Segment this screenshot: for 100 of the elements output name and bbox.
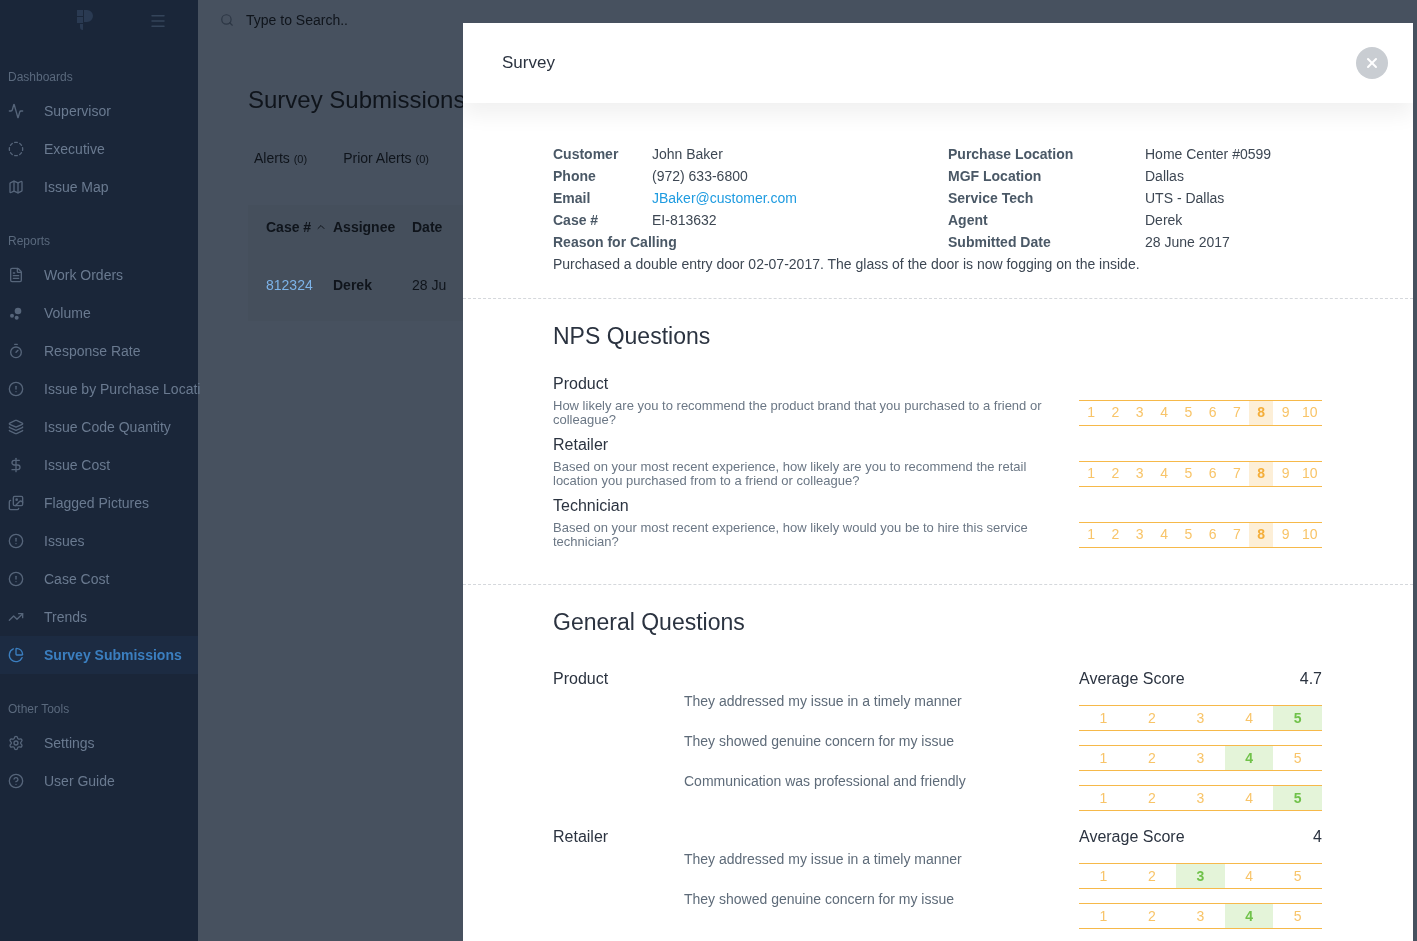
rating-option: 3 — [1127, 461, 1152, 486]
table-cell-text: 28 Ju — [412, 275, 448, 295]
map-icon — [8, 179, 24, 195]
question-text: Communication was professional and friendly — [683, 772, 966, 791]
sidebar-item[interactable]: Work Orders — [0, 256, 198, 294]
sidebar-item[interactable]: Trends — [0, 598, 198, 636]
reason-text: Purchased a double entry door 02-07-2017. The glass of the door is now fogging on the inside. — [553, 255, 1141, 274]
column-header[interactable]: Date — [412, 216, 452, 238]
rating-option: 1 — [1079, 786, 1128, 810]
rating-option: 5 — [1273, 786, 1322, 810]
field-value: John Baker — [652, 144, 723, 164]
rating-option: 1 — [1079, 400, 1104, 425]
dollar-icon — [8, 457, 24, 473]
sidebar-item[interactable]: Issue by Purchase Locati — [0, 370, 198, 408]
alert-icon — [8, 571, 24, 587]
dots-icon — [8, 305, 24, 321]
rating-option: 7 — [1224, 400, 1250, 425]
rating-option: 2 — [1127, 786, 1177, 810]
section-heading: General Questions — [553, 607, 746, 637]
field-value: Derek — [1145, 210, 1183, 230]
search-field[interactable]: Type to Search.. — [246, 9, 446, 31]
sidebar-item[interactable]: Executive — [0, 130, 198, 168]
rating-option: 5 — [1176, 461, 1201, 486]
page-title: Survey Submissions — [248, 86, 466, 113]
rating-option: 4 — [1151, 461, 1177, 486]
rating-option: 4 — [1224, 706, 1274, 730]
rating-option: 10 — [1297, 461, 1322, 486]
field-value: UTS - Dallas — [1145, 188, 1225, 208]
section-heading: Dashboards — [7, 69, 74, 86]
rating-option: 4 — [1224, 864, 1274, 888]
alert-icon — [8, 381, 24, 397]
sidebar-item[interactable]: Case Cost — [0, 560, 198, 598]
logo-icon — [75, 8, 95, 32]
rating-option: 3 — [1127, 522, 1152, 547]
tab[interactable]: Prior Alerts (0) — [343, 148, 429, 169]
rating-option: 7 — [1224, 522, 1250, 547]
sidebar-item[interactable]: Issues — [0, 522, 198, 560]
search-icon — [220, 13, 234, 27]
table-cell-text: Derek — [333, 275, 373, 295]
question-text: They showed genuine concern for my issue — [683, 732, 955, 751]
dialog-title: Survey — [502, 52, 555, 75]
rating-option: 7 — [1224, 461, 1250, 486]
sidebar-item[interactable]: Flagged Pictures — [0, 484, 198, 522]
timer-icon — [8, 343, 24, 359]
section-heading: Reports — [7, 233, 52, 250]
field-label: Purchase Location — [948, 144, 1075, 164]
sidebar-item[interactable]: Settings — [0, 724, 198, 762]
rating-option: 4 — [1224, 786, 1274, 810]
question-text: Based on your most recent experience, how likely are you to recommend the retail location you purchased from to a friend or colleague? — [553, 459, 1028, 488]
email-link[interactable]: JBaker@customer.com — [652, 187, 797, 209]
sidebar-item[interactable]: User Guide — [0, 762, 198, 800]
pulse-line-icon — [8, 103, 24, 119]
field-label: Agent — [948, 210, 989, 230]
sidebar-item[interactable]: Survey Submissions — [0, 636, 198, 674]
field-label: Email — [553, 188, 592, 208]
rating-option: 6 — [1200, 400, 1225, 425]
rating-option: 9 — [1273, 461, 1298, 486]
sidebar-item[interactable]: Issue Code Quantity — [0, 408, 198, 446]
pie-chart-icon — [8, 647, 24, 663]
average-label: Average Score — [1079, 669, 1186, 689]
sidebar-item[interactable]: Issue Cost — [0, 446, 198, 484]
alert-icon — [8, 533, 24, 549]
column-header[interactable]: Case # — [248, 216, 333, 238]
rating-option: 1 — [1079, 706, 1128, 730]
rating-option: 8 — [1249, 461, 1274, 486]
question-title: Technician — [553, 495, 630, 516]
rating-option: 5 — [1273, 746, 1322, 770]
sidebar-item[interactable]: Response Rate — [0, 332, 198, 370]
menu-icon[interactable] — [148, 12, 168, 30]
close-button[interactable] — [1356, 47, 1388, 79]
field-value: EI-813632 — [652, 210, 717, 230]
settings-icon — [8, 735, 24, 751]
rating-option: 5 — [1273, 706, 1322, 730]
tab[interactable]: Alerts (0) — [254, 148, 308, 169]
rating-option: 5 — [1176, 400, 1201, 425]
rating-option: 3 — [1176, 706, 1225, 730]
average-score: 4 — [1312, 827, 1322, 847]
rating-option: 3 — [1176, 786, 1225, 810]
rating-option: 6 — [1200, 461, 1225, 486]
rating-option: 5 — [1273, 904, 1322, 928]
help-icon — [8, 773, 24, 789]
document-icon — [8, 267, 24, 283]
rating-option: 2 — [1103, 522, 1128, 547]
rating-option: 1 — [1079, 904, 1128, 928]
close-icon — [1364, 55, 1380, 71]
column-header[interactable]: Assignee — [333, 216, 412, 238]
field-value: (972) 633-6800 — [652, 166, 748, 186]
case-link[interactable]: 812324 — [248, 274, 333, 296]
sidebar-item[interactable]: Supervisor — [0, 92, 198, 130]
sidebar-item[interactable]: Volume — [0, 294, 198, 332]
rating-option: 4 — [1151, 400, 1177, 425]
rating-option: 5 — [1176, 522, 1201, 547]
field-label: Case # — [553, 210, 600, 230]
rating-option: 2 — [1127, 864, 1177, 888]
rating-option: 3 — [1176, 864, 1225, 888]
sidebar-item[interactable]: Issue Map — [0, 168, 198, 206]
ring-icon — [8, 141, 24, 157]
rating-option: 6 — [1200, 522, 1225, 547]
images-icon — [8, 495, 24, 511]
field-value: 28 June 2017 — [1145, 232, 1230, 252]
